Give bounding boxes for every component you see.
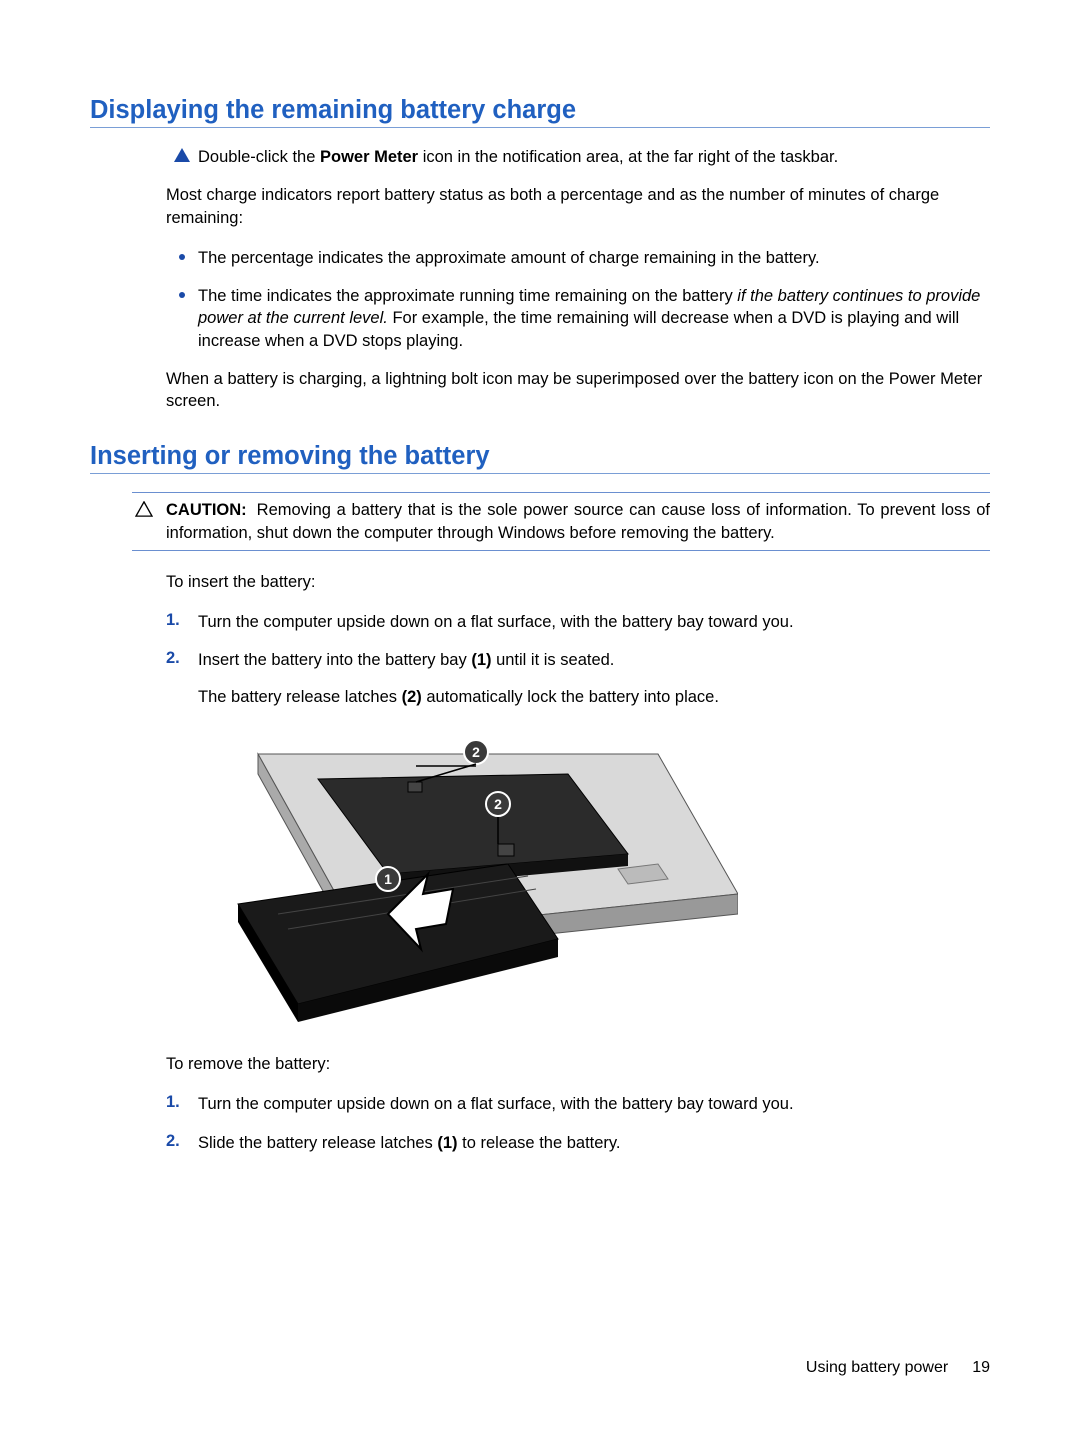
insert-step-2: 2. Insert the battery into the battery b… [166,649,990,708]
bullet-text-1: The percentage indicates the approximate… [198,247,990,269]
step-text: Turn the computer upside down on a flat … [198,1093,990,1115]
step2-sub: The battery release latches (2) automati… [198,686,990,708]
step-text: Slide the battery release latches (1) to… [198,1132,990,1154]
callout-2a-label: 2 [472,744,480,760]
caution-text: CAUTION:Removing a battery that is the s… [166,499,990,544]
heading-display-charge: Displaying the remaining battery charge [90,96,990,128]
bullet-text-2: The time indicates the approximate runni… [198,285,990,352]
remove-step-2: 2. Slide the battery release latches (1)… [166,1132,990,1154]
callout-1-label: 1 [384,871,392,887]
caution-triangle-icon [132,499,156,517]
step2-bold: (1) [471,651,491,669]
step2-sub-bold: (2) [402,688,422,706]
bullet-row-2: The time indicates the approximate runni… [166,285,990,352]
step-number: 1. [166,611,198,630]
insert-step-1: 1. Turn the computer upside down on a fl… [166,611,990,633]
callout-2b-label: 2 [494,796,502,812]
step2-mid: until it is seated. [492,651,615,669]
rstep2-post: to release the battery. [458,1134,621,1152]
caution-label: CAUTION: [166,501,247,519]
remove-step-1: 1. Turn the computer upside down on a fl… [166,1093,990,1115]
caution-body: Removing a battery that is the sole powe… [166,501,990,541]
step2-pre: Insert the battery into the battery bay [198,651,471,669]
footer-page-number: 19 [972,1359,990,1376]
battery-illustration: 1 2 2 [198,724,990,1029]
bullet2-pre: The time indicates the approximate runni… [198,287,737,305]
footer-section: Using battery power [806,1359,948,1376]
insert-intro: To insert the battery: [166,571,990,593]
heading-insert-remove: Inserting or removing the battery [90,442,990,474]
step2-sub-pre: The battery release latches [198,688,402,706]
instruction-pre: Double-click the [198,148,320,166]
bullet-icon [166,285,198,298]
instruction-post: icon in the notification area, at the fa… [418,148,838,166]
step-number: 1. [166,1093,198,1112]
step-text: Insert the battery into the battery bay … [198,649,990,708]
para-charge-indicators: Most charge indicators report battery st… [166,184,990,229]
bullet-row-1: The percentage indicates the approximate… [166,247,990,269]
bullet-icon [166,247,198,260]
step-number: 2. [166,1132,198,1151]
triangle-up-icon [166,146,198,162]
instruction-row: Double-click the Power Meter icon in the… [166,146,990,168]
para-lightning-bolt: When a battery is charging, a lightning … [166,368,990,413]
rstep2-pre: Slide the battery release latches [198,1134,437,1152]
instruction-bold: Power Meter [320,148,418,166]
step-number: 2. [166,649,198,668]
rstep2-bold: (1) [437,1134,457,1152]
remove-intro: To remove the battery: [166,1053,990,1075]
page-footer: Using battery power 19 [806,1359,990,1377]
step2-sub-post: automatically lock the battery into plac… [422,688,719,706]
instruction-text: Double-click the Power Meter icon in the… [198,146,990,168]
step-text: Turn the computer upside down on a flat … [198,611,990,633]
caution-box: CAUTION:Removing a battery that is the s… [132,492,990,551]
